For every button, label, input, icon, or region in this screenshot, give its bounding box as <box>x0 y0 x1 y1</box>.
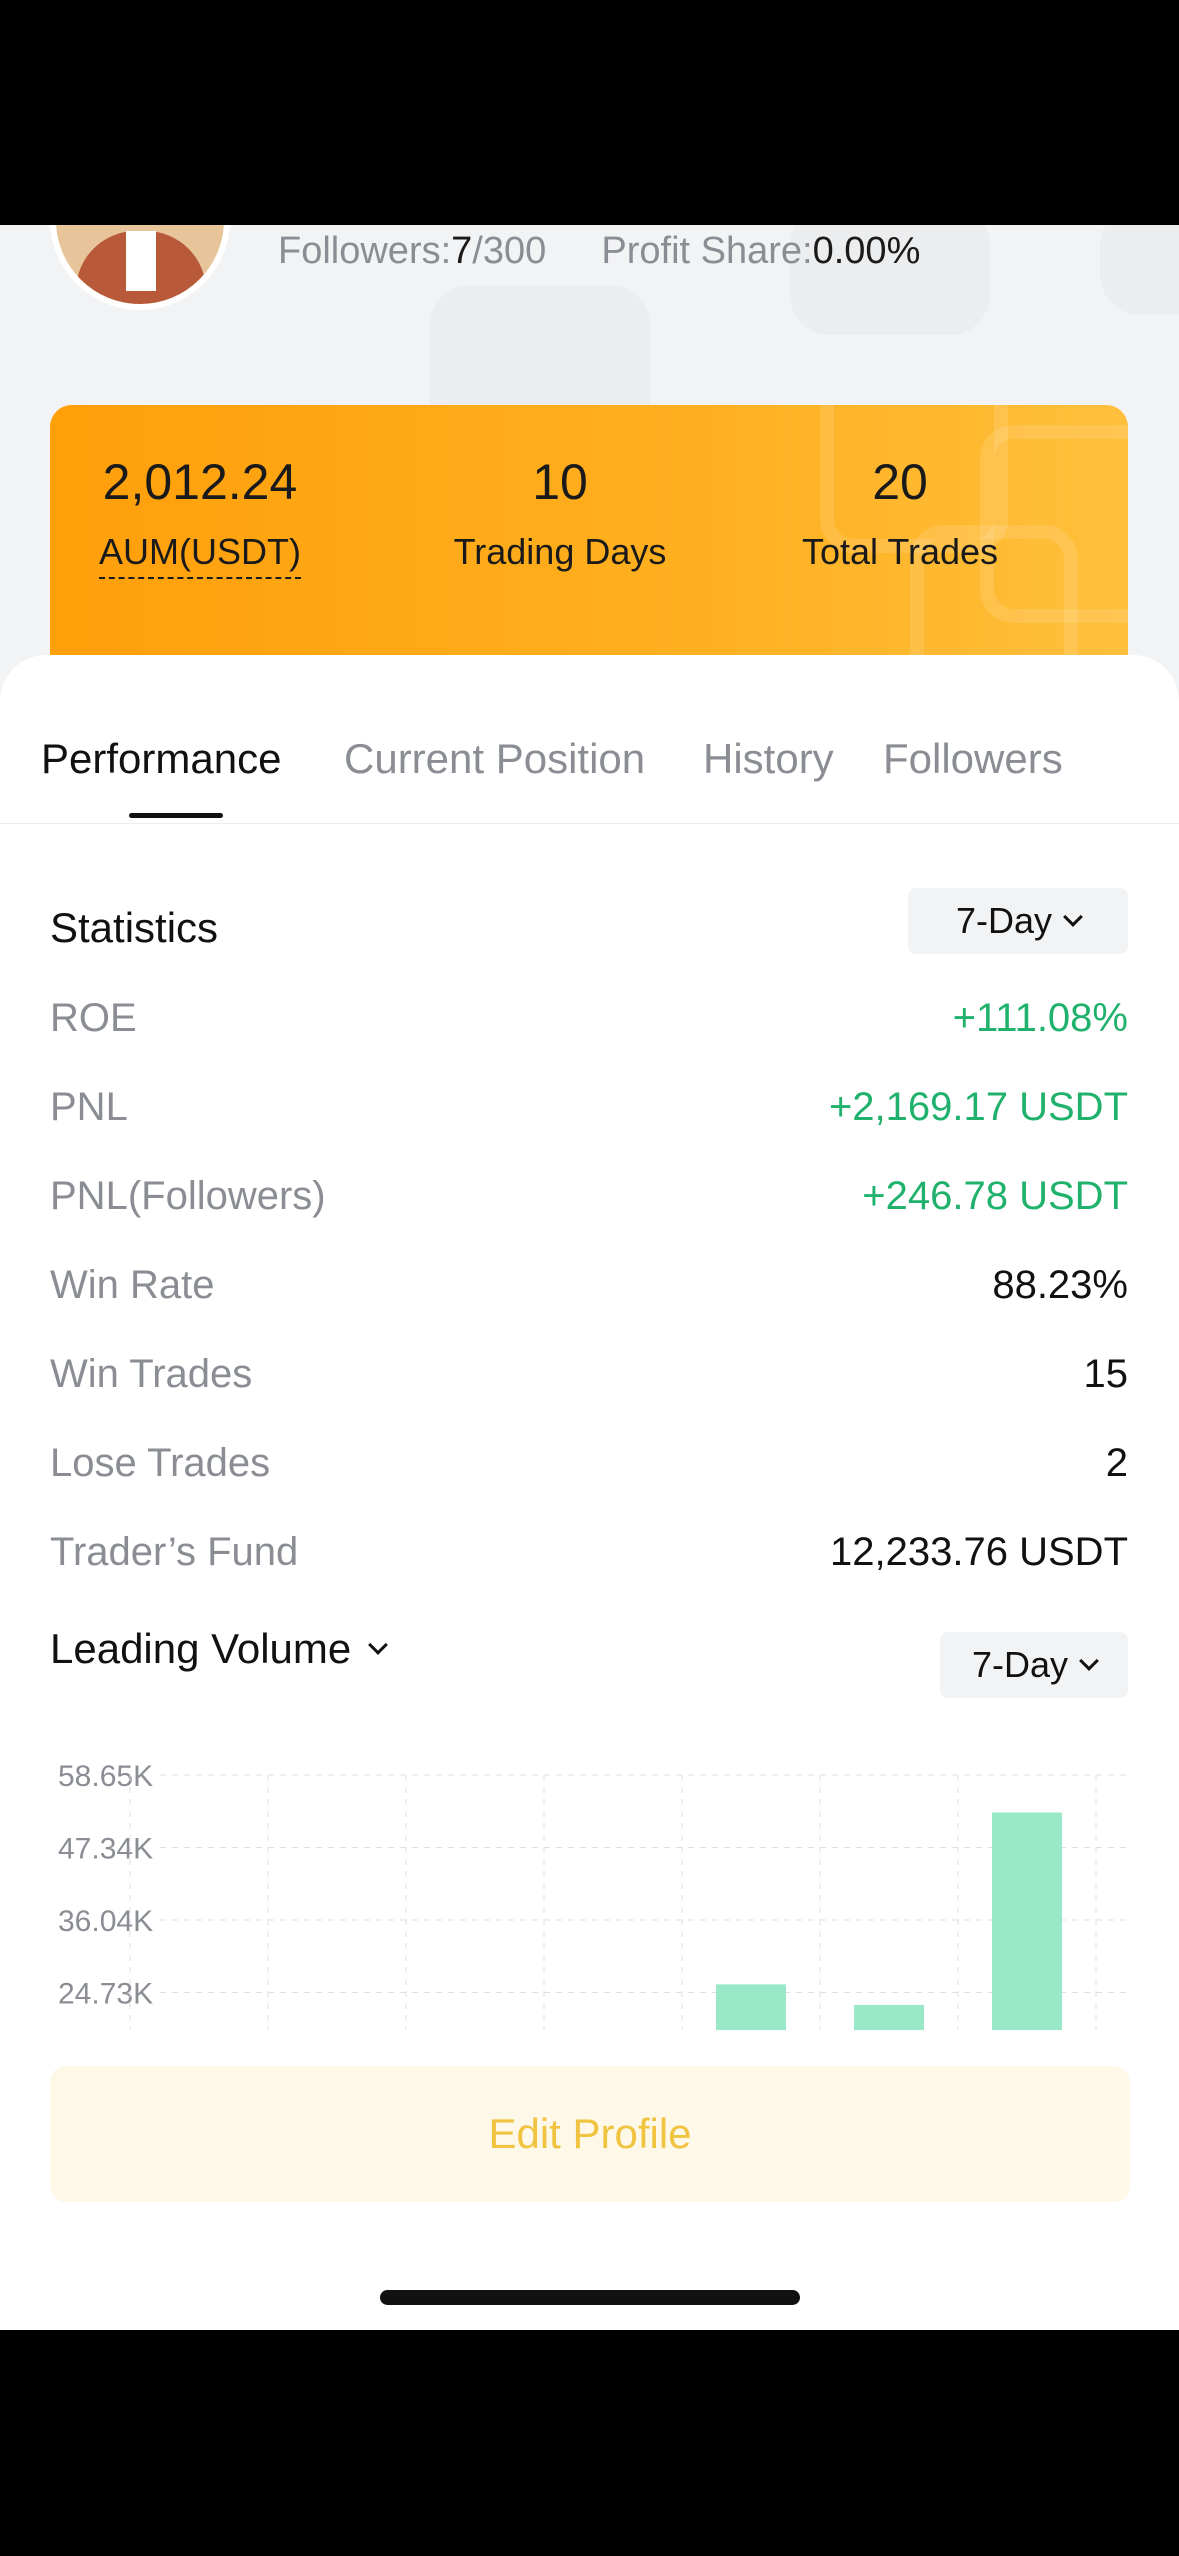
trading-days-label: Trading Days <box>453 531 667 572</box>
edit-profile-button[interactable]: Edit Profile <box>50 2066 1130 2202</box>
stat-row: Win Trades 15 <box>50 1352 1128 1412</box>
avatar-collar <box>126 231 156 291</box>
home-indicator <box>380 2290 800 2305</box>
aum-value: 2,012.24 <box>102 454 298 510</box>
aum-stat: 2,012.24 AUM(USDT) <box>70 453 330 579</box>
chevron-down-icon <box>368 1635 389 1655</box>
statistics-title: Statistics <box>50 904 219 951</box>
tab-history[interactable]: History <box>703 735 834 783</box>
stat-row: PNL +2,169.17 USDT <box>50 1085 1128 1145</box>
leading-volume-chart: 58.65K47.34K36.04K24.73K13.43K <box>58 1760 1128 2030</box>
total-trades-label: Total Trades <box>801 531 999 572</box>
stat-value: 15 <box>1083 1352 1129 1396</box>
tab-followers[interactable]: Followers <box>883 735 1063 783</box>
background-decoration <box>1100 225 1179 315</box>
stat-row: Trader’s Fund 12,233.76 USDT <box>50 1530 1128 1590</box>
stat-label: Win Trades <box>50 1352 253 1396</box>
tab-performance[interactable]: Performance <box>41 735 281 783</box>
followers-value: 7 <box>451 230 473 272</box>
stat-label: ROE <box>50 996 137 1040</box>
active-tab-indicator <box>129 813 223 818</box>
statistics-period-label: 7-Day <box>955 900 1053 941</box>
stat-value: 2 <box>1105 1441 1128 1485</box>
volume-bar[interactable] <box>716 1984 786 2030</box>
y-tick-label: 58.65K <box>58 1760 153 1793</box>
stat-value: 88.23% <box>992 1263 1128 1307</box>
y-tick-label: 47.34K <box>58 1833 153 1866</box>
leading-volume-period-select[interactable]: 7-Day <box>940 1632 1128 1698</box>
stat-row: ROE +111.08% <box>50 996 1128 1056</box>
stat-label: PNL(Followers) <box>50 1174 326 1218</box>
stat-row: Lose Trades 2 <box>50 1441 1128 1501</box>
stat-value: +246.78 USDT <box>862 1174 1128 1218</box>
tab-bar: Performance Current Position History Fol… <box>0 655 1179 824</box>
stat-value: +111.08% <box>952 996 1128 1040</box>
followers-label: Followers: <box>278 230 452 272</box>
leading-volume-title: Leading Volume <box>50 1625 352 1672</box>
volume-bar[interactable] <box>854 2004 924 2030</box>
profit-share-value: 0.00% <box>812 230 921 272</box>
stat-label: Win Rate <box>50 1263 215 1307</box>
tab-current-position[interactable]: Current Position <box>344 735 645 783</box>
trading-days-value: 10 <box>532 454 588 510</box>
stat-row: Win Rate 88.23% <box>50 1263 1128 1323</box>
stat-label: Lose Trades <box>50 1441 271 1485</box>
total-trades-value: 20 <box>872 454 928 510</box>
profile-meta: Followers:7/300 Profit Share:0.00% <box>278 230 920 273</box>
summary-banner: 2,012.24 AUM(USDT) 10 Trading Days 20 To… <box>50 405 1128 665</box>
profit-share-label: Profit Share: <box>601 230 813 272</box>
stat-label: Trader’s Fund <box>50 1530 299 1574</box>
stat-label: PNL <box>50 1085 128 1129</box>
total-trades-stat: 20 Total Trades <box>770 453 1030 573</box>
profile-screen: Followers:7/300 Profit Share:0.00% 2,012… <box>0 225 1179 2330</box>
chevron-down-icon <box>1063 907 1083 927</box>
volume-bar[interactable] <box>992 1812 1062 2030</box>
followers-max: /300 <box>472 230 547 272</box>
chevron-down-icon <box>1079 1651 1099 1671</box>
leading-volume-period-label: 7-Day <box>971 1644 1069 1685</box>
leading-volume-select[interactable]: Leading Volume <box>50 1625 389 1673</box>
aum-label[interactable]: AUM(USDT) <box>99 531 301 579</box>
stat-value: +2,169.17 USDT <box>828 1085 1128 1129</box>
stat-value: 12,233.76 USDT <box>830 1530 1128 1574</box>
y-tick-label: 24.73K <box>58 1978 153 2011</box>
y-tick-label: 36.04K <box>58 1905 153 1938</box>
avatar[interactable] <box>50 225 230 310</box>
stat-row: PNL(Followers) +246.78 USDT <box>50 1174 1128 1234</box>
statistics-period-select[interactable]: 7-Day <box>908 888 1128 954</box>
trading-days-stat: 10 Trading Days <box>430 453 690 573</box>
